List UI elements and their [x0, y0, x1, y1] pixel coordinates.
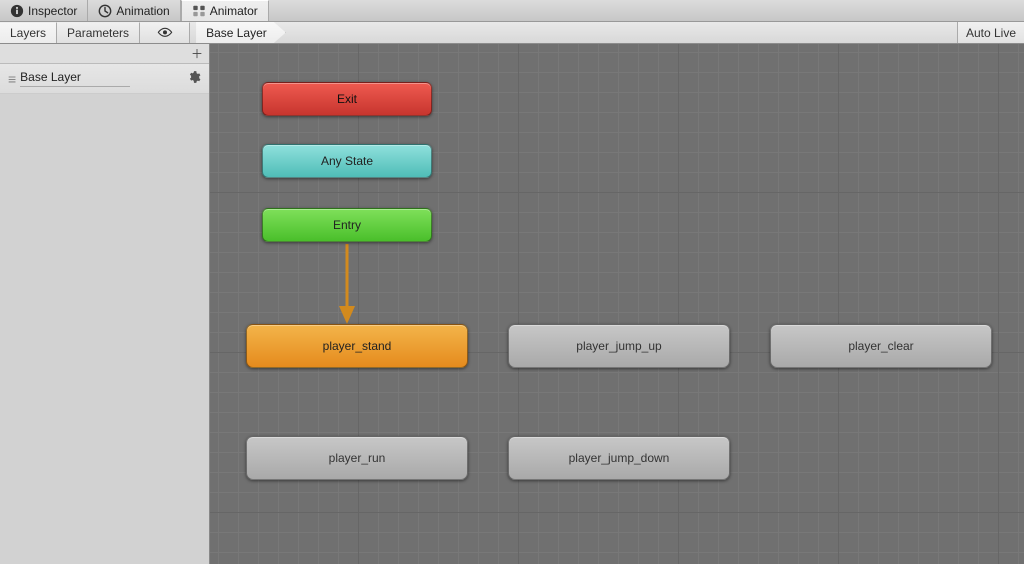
auto-live-toggle[interactable]: Auto Live: [957, 22, 1024, 43]
eye-icon: [157, 27, 173, 39]
node-player-jump-down-label: player_jump_down: [569, 451, 670, 465]
node-player-clear-label: player_clear: [848, 339, 913, 353]
tab-inspector-label: Inspector: [28, 4, 77, 18]
subtab-parameters[interactable]: Parameters: [57, 22, 140, 43]
animator-icon: [192, 4, 206, 18]
tab-inspector[interactable]: Inspector: [0, 0, 88, 21]
node-player-jump-up-label: player_jump_up: [576, 339, 661, 353]
node-player-stand[interactable]: player_stand: [246, 324, 468, 368]
animator-toolbar: Layers Parameters Base Layer Auto Live: [0, 22, 1024, 44]
tab-animation-label: Animation: [116, 4, 169, 18]
auto-live-label: Auto Live: [966, 26, 1016, 40]
clock-icon: [98, 4, 112, 18]
node-any-state-label: Any State: [321, 154, 373, 168]
layer-name-label: Base Layer: [20, 70, 130, 87]
node-entry-label: Entry: [333, 218, 361, 232]
node-player-jump-down[interactable]: player_jump_down: [508, 436, 730, 480]
breadcrumb-label: Base Layer: [206, 26, 267, 40]
node-player-run[interactable]: player_run: [246, 436, 468, 480]
node-player-clear[interactable]: player_clear: [770, 324, 992, 368]
animator-body: ＋ ≡ Base Layer Exit Any State Entry play…: [0, 44, 1024, 564]
toolbar-spacer: [286, 22, 957, 43]
visibility-toggle[interactable]: [140, 22, 190, 43]
sidebar-empty: [0, 94, 209, 564]
layers-sidebar: ＋ ≡ Base Layer: [0, 44, 210, 564]
info-icon: [10, 4, 24, 18]
breadcrumb[interactable]: Base Layer: [196, 22, 286, 43]
node-player-run-label: player_run: [329, 451, 386, 465]
gear-icon[interactable]: [187, 70, 201, 87]
subtab-parameters-label: Parameters: [67, 26, 129, 40]
add-layer-row: ＋: [0, 44, 209, 64]
tab-animator[interactable]: Animator: [181, 0, 269, 21]
node-any-state[interactable]: Any State: [262, 144, 432, 178]
node-exit[interactable]: Exit: [262, 82, 432, 116]
transition-arrow[interactable]: [330, 244, 370, 334]
node-player-stand-label: player_stand: [323, 339, 392, 353]
state-graph-canvas[interactable]: Exit Any State Entry player_stand player…: [210, 44, 1024, 564]
plus-icon[interactable]: ＋: [191, 45, 203, 62]
subtab-layers-label: Layers: [10, 26, 46, 40]
window-tabbar: Inspector Animation Animator: [0, 0, 1024, 22]
layer-row-base[interactable]: ≡ Base Layer: [0, 64, 209, 94]
tab-animator-label: Animator: [210, 4, 258, 18]
node-entry[interactable]: Entry: [262, 208, 432, 242]
tab-animation[interactable]: Animation: [88, 0, 180, 21]
subtab-layers[interactable]: Layers: [0, 22, 57, 43]
drag-handle-icon[interactable]: ≡: [8, 71, 14, 87]
node-player-jump-up[interactable]: player_jump_up: [508, 324, 730, 368]
node-exit-label: Exit: [337, 92, 357, 106]
